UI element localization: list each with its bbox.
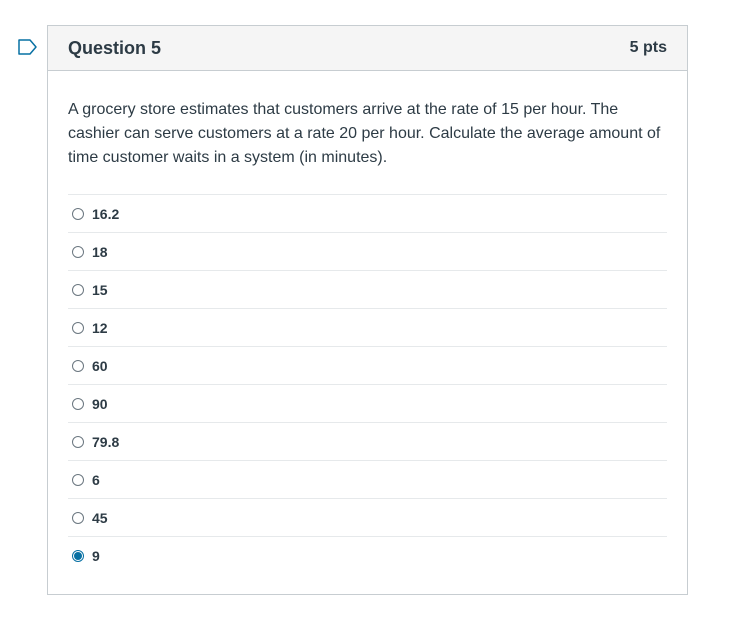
radio-icon[interactable]: [72, 397, 84, 410]
radio-selected-icon[interactable]: [72, 549, 84, 562]
answer-option[interactable]: 16.2: [68, 195, 667, 233]
answer-label: 18: [92, 243, 108, 260]
answer-option[interactable]: 45: [68, 499, 667, 537]
question-header: Question 5 5 pts: [48, 26, 687, 71]
answer-option[interactable]: 9: [68, 537, 667, 574]
radio-icon[interactable]: [72, 473, 84, 486]
answer-option[interactable]: 79.8: [68, 423, 667, 461]
answer-label: 79.8: [92, 433, 120, 450]
question-body: A grocery store estimates that customers…: [48, 71, 687, 574]
answer-option[interactable]: 6: [68, 461, 667, 499]
answer-label: 60: [92, 357, 108, 374]
answer-option[interactable]: 60: [68, 347, 667, 385]
flag-question-icon[interactable]: [18, 39, 38, 55]
radio-icon[interactable]: [72, 283, 84, 296]
answer-label: 16.2: [92, 205, 120, 222]
question-points: 5 pts: [629, 39, 667, 56]
answer-label: 90: [92, 395, 108, 412]
radio-icon[interactable]: [72, 511, 84, 524]
answer-label: 6: [92, 471, 100, 488]
radio-icon[interactable]: [72, 245, 84, 258]
radio-icon[interactable]: [72, 359, 84, 372]
answer-label: 9: [92, 547, 100, 564]
answer-option[interactable]: 15: [68, 271, 667, 309]
answer-option[interactable]: 90: [68, 385, 667, 423]
radio-icon[interactable]: [72, 321, 84, 334]
radio-icon[interactable]: [72, 207, 84, 220]
question-card: Question 5 5 pts A grocery store estimat…: [47, 25, 688, 595]
answer-list: 16.2 18 15 12 60 90 79.8 6 45 9: [68, 194, 667, 574]
answer-option[interactable]: 12: [68, 309, 667, 347]
question-text: A grocery store estimates that customers…: [68, 101, 661, 166]
answer-option[interactable]: 18: [68, 233, 667, 271]
question-title: Question 5: [68, 37, 162, 58]
answer-label: 12: [92, 319, 108, 336]
radio-icon[interactable]: [72, 435, 84, 448]
answer-label: 15: [92, 281, 108, 298]
answer-label: 45: [92, 509, 108, 526]
